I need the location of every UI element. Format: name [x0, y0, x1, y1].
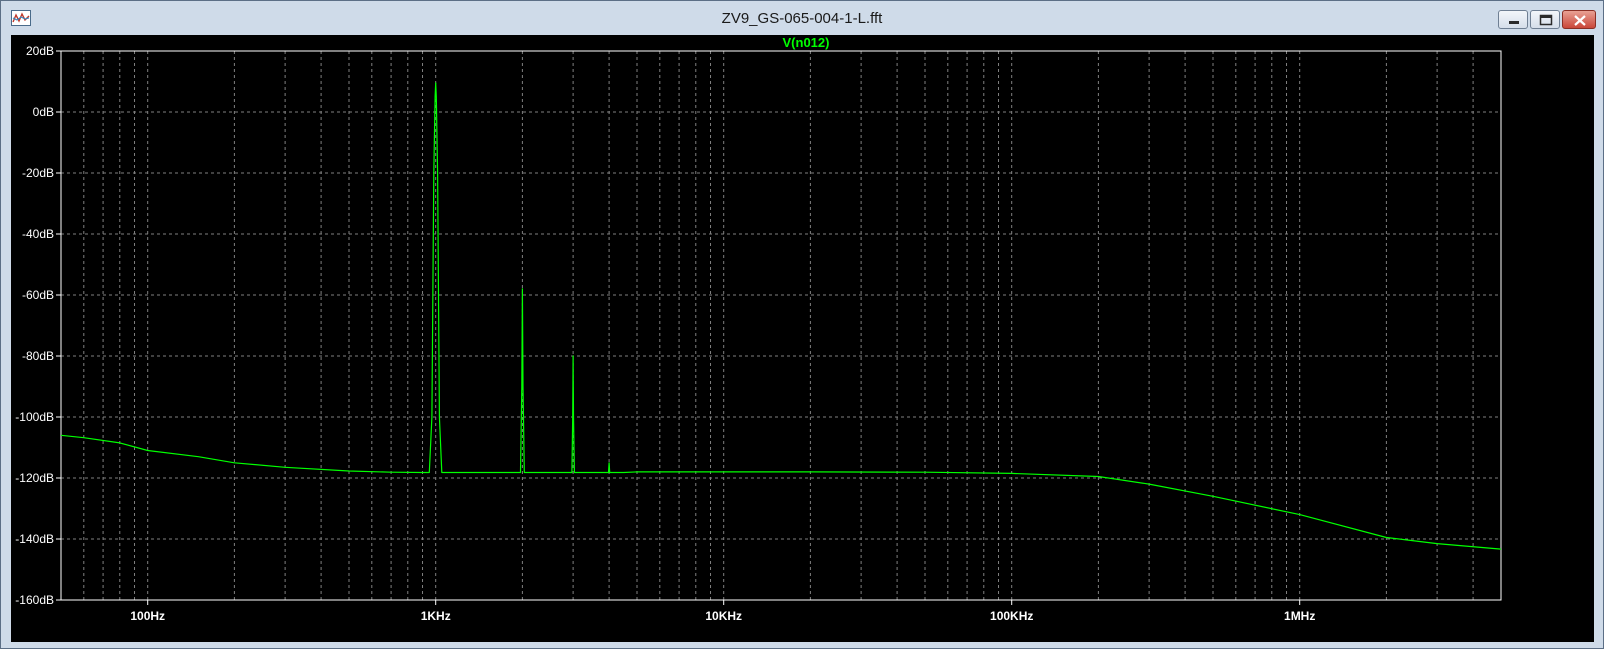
x-tick-label: 10KHz	[705, 609, 742, 623]
window-title: ZV9_GS-065-004-1-L.fft	[721, 10, 883, 27]
y-tick-label: 0dB	[33, 105, 54, 119]
x-tick-label: 1MHz	[1284, 609, 1315, 623]
y-tick-label: -100dB	[15, 410, 54, 424]
x-tick-label: 100KHz	[990, 609, 1033, 623]
y-tick-label: -120dB	[15, 471, 54, 485]
y-tick-label: -80dB	[22, 349, 54, 363]
plot-area[interactable]: V(n012) 20dB 0dB -20dB -40dB -60dB -80dB -100d…	[11, 35, 1594, 642]
y-tick-label: -60dB	[22, 288, 54, 302]
y-tick-label: 20dB	[26, 44, 54, 58]
close-button[interactable]	[1562, 10, 1596, 29]
series-trace[interactable]	[60, 82, 1502, 550]
y-tick-label: -160dB	[15, 593, 54, 607]
fft-chart[interactable]: V(n012) 20dB 0dB -20dB -40dB -60dB -80dB -100d…	[11, 35, 1594, 642]
close-icon	[1574, 15, 1586, 26]
x-tick-label: 100Hz	[130, 609, 165, 623]
y-axis-labels: 20dB 0dB -20dB -40dB -60dB -80dB -100dB -120dB -…	[15, 44, 61, 607]
trace-layer	[60, 82, 1502, 550]
plot-border	[60, 50, 1502, 601]
chart-title[interactable]: V(n012)	[783, 35, 830, 50]
title-bar[interactable]: ZV9_GS-065-004-1-L.fft	[1, 1, 1603, 35]
maximize-icon	[1539, 14, 1553, 26]
y-tick-label: -20dB	[22, 166, 54, 180]
minimize-button[interactable]	[1498, 10, 1528, 29]
minimize-icon	[1509, 21, 1519, 24]
fft-window: ZV9_GS-065-004-1-L.fft V(n012) 20dB 0dB -2…	[0, 0, 1604, 649]
grid-lines	[61, 51, 1501, 600]
maximize-button[interactable]	[1530, 10, 1560, 29]
y-tick-label: -140dB	[15, 532, 54, 546]
x-tick-label: 1KHz	[421, 609, 451, 623]
x-axis-labels: 100Hz 1KHz 10KHz 100KHz 1MHz	[130, 600, 1315, 623]
y-tick-label: -40dB	[22, 227, 54, 241]
